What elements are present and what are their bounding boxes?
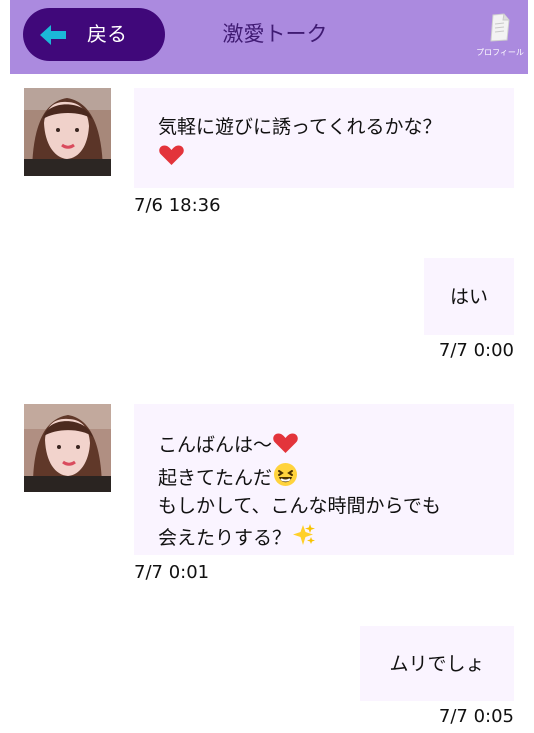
page-title: 激愛トーク xyxy=(222,22,328,46)
message-text: はい xyxy=(449,285,488,308)
back-button[interactable]: 戻る xyxy=(23,8,165,61)
message-timestamp: 7/7 0:00 xyxy=(438,340,514,361)
message-line: 気軽に遊びに誘ってくれるかな？ xyxy=(158,116,442,138)
incoming-message-bubble: 気軽に遊びに誘ってくれるかな？ xyxy=(134,88,514,188)
sparkles-icon xyxy=(292,523,316,555)
profile-button[interactable]: プロフィール xyxy=(472,12,528,64)
avatar xyxy=(24,404,111,492)
message-timestamp: 7/7 0:05 xyxy=(438,706,514,727)
outgoing-message-bubble: はい xyxy=(424,258,514,335)
message-text: ムリでしょ xyxy=(389,652,485,675)
message-line: もしかして、こんな時間からでも xyxy=(158,495,441,517)
back-arrow-icon xyxy=(40,25,66,45)
profile-document-icon xyxy=(490,13,510,42)
message-timestamp: 7/6 18:36 xyxy=(134,195,221,216)
incoming-message-bubble: こんばんは〜 起きてたんだ もしかして、こんな時間からでも 会えたりする？ xyxy=(134,404,514,555)
avatar xyxy=(24,88,111,176)
message-line: こんばんは〜 xyxy=(158,434,273,456)
back-button-label: 戻る xyxy=(87,22,127,46)
outgoing-message-bubble: ムリでしょ xyxy=(360,626,514,701)
heart-icon xyxy=(273,432,298,462)
laughing-face-icon xyxy=(273,462,298,495)
heart-icon xyxy=(159,144,184,174)
avatar-photo-icon xyxy=(24,404,111,492)
profile-label: プロフィール xyxy=(476,48,524,57)
avatar-photo-icon xyxy=(24,88,111,176)
message-line: 起きてたんだ xyxy=(158,467,273,489)
app-header: 戻る 激愛トーク プロフィール xyxy=(10,0,528,74)
message-timestamp: 7/7 0:01 xyxy=(134,562,210,583)
message-line: 会えたりする？ xyxy=(158,527,292,549)
